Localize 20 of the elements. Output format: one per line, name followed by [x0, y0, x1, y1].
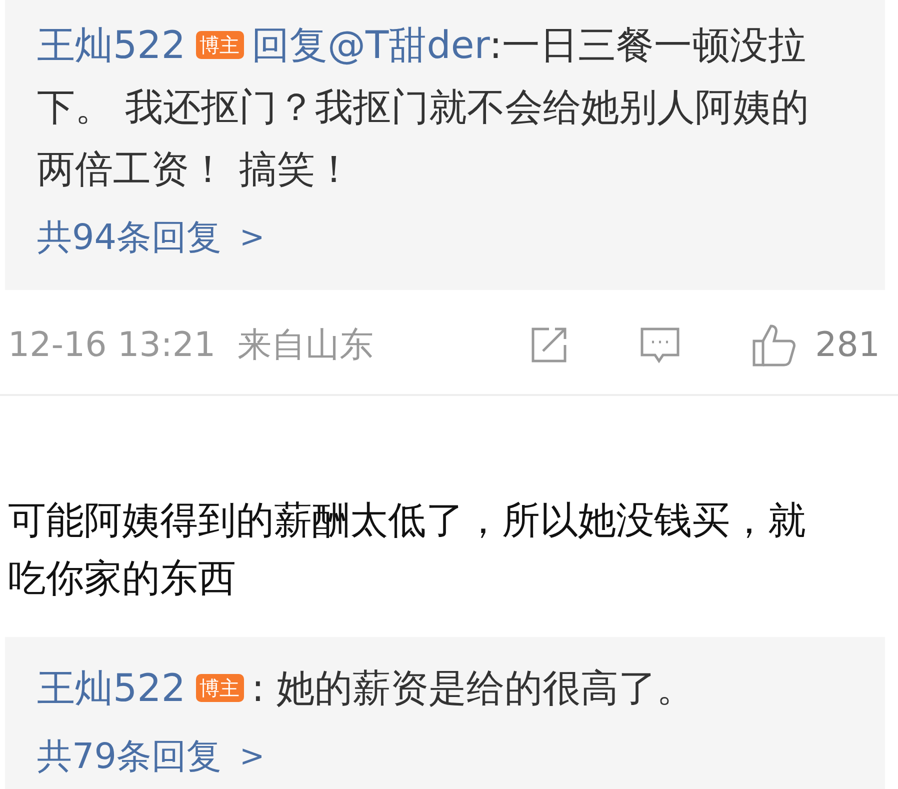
- author-badge: 博主: [196, 674, 244, 702]
- chevron-icon: >: [240, 210, 265, 266]
- author-badge: 博主: [196, 31, 244, 59]
- chevron-icon: >: [240, 729, 265, 785]
- more-replies-link[interactable]: 共94条回复 >: [37, 210, 265, 266]
- more-replies-label: 共79条回复: [37, 736, 222, 779]
- timestamp: 12-16 13:21: [8, 325, 216, 365]
- more-replies-link[interactable]: 共79条回复 >: [37, 729, 265, 785]
- author-name[interactable]: 王灿522: [37, 666, 186, 710]
- location-label: 来自山东: [238, 324, 374, 367]
- thumbs-up-icon[interactable]: [751, 323, 798, 367]
- mention-link[interactable]: @T甜der: [328, 23, 490, 67]
- share-icon[interactable]: [529, 325, 570, 365]
- comment-icon[interactable]: [639, 325, 682, 365]
- author-name[interactable]: 王灿522: [37, 23, 186, 67]
- comment-text: 可能阿姨得到的薪酬太低了，所以她没钱买，就吃你家的东西: [7, 497, 807, 602]
- reply-text: 王灿522 博主 回复@T甜der:一日三餐一顿没拉下。 我还抠门？我抠门就不会给她别人阿姨的两倍工资！ 搞笑！: [37, 22, 810, 193]
- more-replies-label: 共94条回复: [37, 217, 222, 260]
- like-count: 281: [815, 325, 880, 365]
- reply-text: 王灿522 博主 : 她的薪资是给的很高了。: [37, 665, 696, 712]
